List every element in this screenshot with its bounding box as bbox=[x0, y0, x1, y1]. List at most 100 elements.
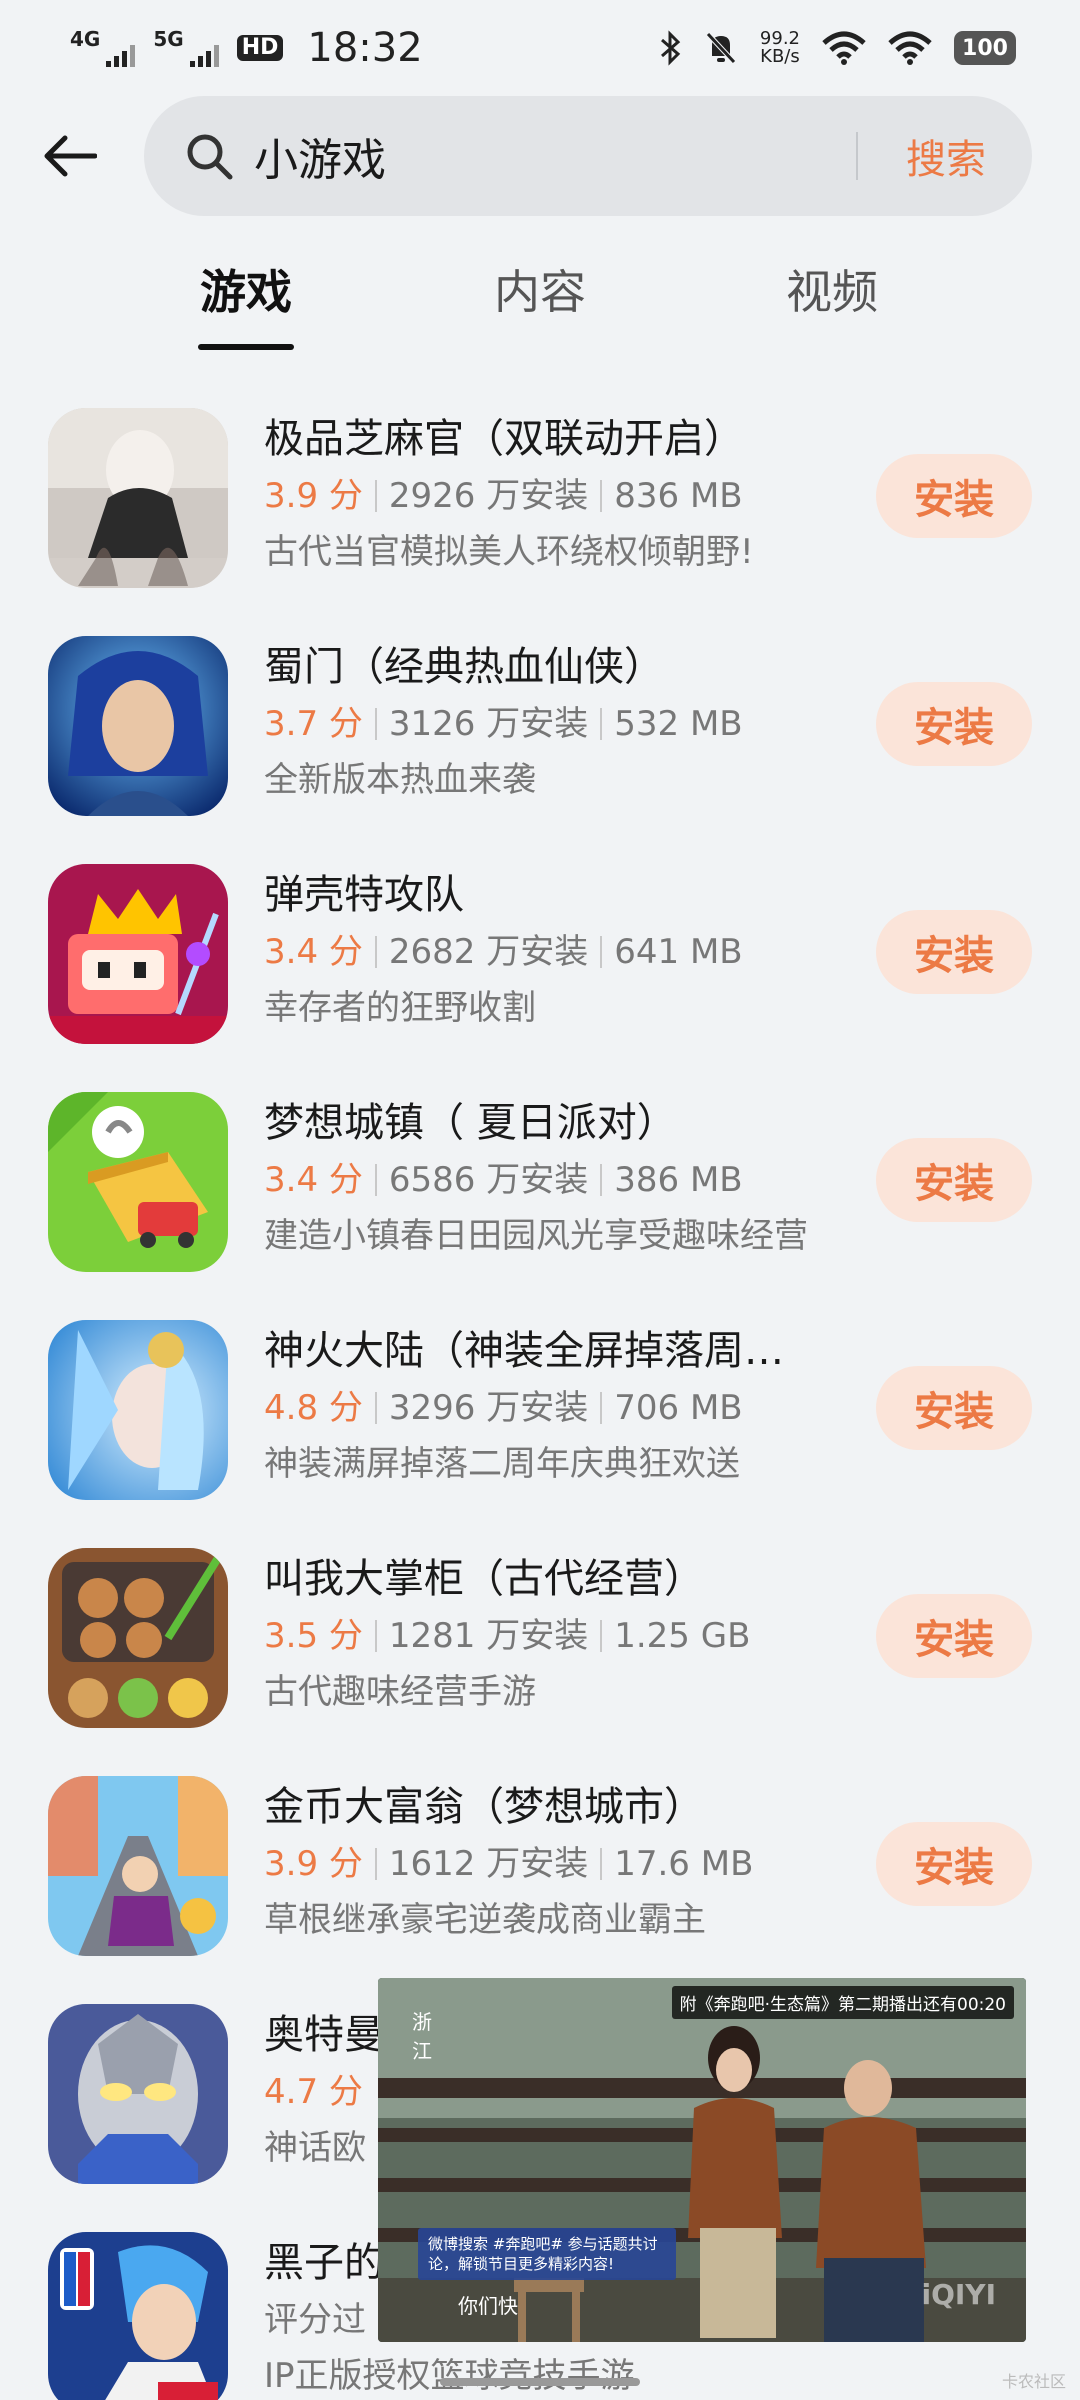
app-meta: 3.9 分 2926 万安装 836 MB bbox=[264, 468, 834, 524]
mute-bell-icon bbox=[706, 32, 736, 64]
app-description: 幸存者的狂野收割 bbox=[264, 988, 536, 1028]
app-size: 1.25 GB bbox=[614, 1616, 751, 1656]
app-description: IP正版授权篮球竞技手游 bbox=[264, 2356, 635, 2396]
signal-bars-icon bbox=[189, 45, 219, 67]
app-rating: 4.7 分 bbox=[264, 2072, 363, 2112]
app-name: 梦想城镇（ 夏日派对） bbox=[264, 1100, 677, 1146]
divider bbox=[600, 1620, 603, 1652]
status-left: 4G 5G HD 18:32 bbox=[70, 25, 423, 71]
app-description: 神装满屏掉落二周年庆典狂欢送 bbox=[264, 1444, 740, 1484]
list-item[interactable]: 极品芝麻官（双联动开启） 3.9 分 2926 万安装 836 MB 古代当官模… bbox=[0, 396, 1080, 624]
app-name: 金币大富翁（梦想城市） bbox=[264, 1784, 704, 1830]
app-meta: 3.9 分 1612 万安装 17.6 MB bbox=[264, 1836, 834, 1892]
app-name: 叫我大掌柜（古代经营） bbox=[264, 1556, 704, 1602]
battery-icon: 100 bbox=[954, 31, 1016, 65]
status-bar: 4G 5G HD 18:32 99.2 KB/s 100 bbox=[0, 0, 1080, 96]
divider bbox=[374, 1848, 377, 1880]
search-header: 搜索 bbox=[0, 96, 1080, 216]
list-item[interactable]: 叫我大掌柜（古代经营） 3.5 分 1281 万安装 1.25 GB 古代趣味经… bbox=[0, 1536, 1080, 1764]
app-rating: 4.8 分 bbox=[264, 1388, 363, 1428]
gesture-bar[interactable] bbox=[440, 2378, 640, 2386]
install-button[interactable]: 安装 bbox=[876, 910, 1032, 994]
app-rating: 3.9 分 bbox=[264, 476, 363, 516]
install-button[interactable]: 安装 bbox=[876, 1138, 1032, 1222]
floating-video-player[interactable]: 浙江 附《奔跑吧·生态篇》第二期播出还有00:20 微博搜索 #奔跑吧# 参与话… bbox=[378, 1978, 1026, 2342]
app-rating: 3.5 分 bbox=[264, 1616, 363, 1656]
app-name: 蜀门（经典热血仙侠） bbox=[264, 644, 664, 690]
list-item[interactable]: 蜀门（经典热血仙侠） 3.7 分 3126 万安装 532 MB 全新版本热血来… bbox=[0, 624, 1080, 852]
app-icon bbox=[48, 1320, 228, 1500]
app-installs: 6586 万安装 bbox=[388, 1160, 589, 1200]
app-installs: 2926 万安装 bbox=[388, 476, 589, 516]
app-icon bbox=[48, 2004, 228, 2184]
clock: 18:32 bbox=[307, 25, 423, 71]
back-button[interactable] bbox=[40, 126, 100, 186]
wifi-icon bbox=[822, 31, 866, 65]
divider bbox=[374, 936, 377, 968]
install-button[interactable]: 安装 bbox=[876, 682, 1032, 766]
app-size: 386 MB bbox=[614, 1160, 743, 1200]
list-item[interactable]: 梦想城镇（ 夏日派对） 3.4 分 6586 万安装 386 MB 建造小镇春日… bbox=[0, 1080, 1080, 1308]
app-icon bbox=[48, 1092, 228, 1272]
search-icon bbox=[187, 134, 233, 180]
search-button[interactable]: 搜索 bbox=[906, 127, 986, 185]
search-box[interactable]: 搜索 bbox=[144, 96, 1032, 216]
divider bbox=[600, 708, 603, 740]
app-name: 极品芝麻官（双联动开启） bbox=[264, 416, 744, 462]
search-input[interactable] bbox=[254, 130, 856, 182]
install-button[interactable]: 安装 bbox=[876, 1594, 1032, 1678]
tab-content[interactable]: 内容 bbox=[494, 256, 586, 356]
network-label-1: 4G bbox=[70, 27, 101, 51]
app-icon bbox=[48, 864, 228, 1044]
app-installs: 3296 万安装 bbox=[388, 1388, 589, 1428]
app-name: 神火大陆（神装全屏掉落周… bbox=[264, 1328, 784, 1374]
app-meta: 3.4 分 2682 万安装 641 MB bbox=[264, 924, 834, 980]
app-rating: 3.4 分 bbox=[264, 932, 363, 972]
app-description: 古代当官模拟美人环绕权倾朝野! bbox=[264, 532, 754, 572]
install-button[interactable]: 安装 bbox=[876, 454, 1032, 538]
install-button[interactable]: 安装 bbox=[876, 1366, 1032, 1450]
app-description: 草根继承豪宅逆袭成商业霸主 bbox=[264, 1900, 706, 1940]
app-rating: 3.4 分 bbox=[264, 1160, 363, 1200]
result-tabs: 游戏 内容 视频 bbox=[0, 256, 1080, 356]
bluetooth-icon bbox=[660, 30, 681, 66]
divider bbox=[374, 1620, 377, 1652]
app-info: 极品芝麻官（双联动开启） 3.9 分 2926 万安装 836 MB 古代当官模… bbox=[264, 410, 834, 580]
app-icon bbox=[48, 408, 228, 588]
divider bbox=[600, 1848, 603, 1880]
app-info: 神火大陆（神装全屏掉落周… 4.8 分 3296 万安装 706 MB 神装满屏… bbox=[264, 1322, 834, 1492]
app-size: 17.6 MB bbox=[614, 1844, 754, 1884]
video-top-caption: 附《奔跑吧·生态篇》第二期播出还有00:20 bbox=[671, 1986, 1014, 2019]
app-icon bbox=[48, 2232, 228, 2400]
app-meta: 3.7 分 3126 万安装 532 MB bbox=[264, 696, 834, 752]
divider bbox=[374, 708, 377, 740]
app-installs: 3126 万安装 bbox=[388, 704, 589, 744]
signal-5g: 5G bbox=[153, 27, 219, 67]
network-speed-unit: KB/s bbox=[760, 46, 800, 67]
hd-voice-icon: HD bbox=[236, 35, 284, 61]
app-icon bbox=[48, 1548, 228, 1728]
divider bbox=[374, 1392, 377, 1424]
app-size: 836 MB bbox=[614, 476, 743, 516]
divider bbox=[600, 936, 603, 968]
install-button[interactable]: 安装 bbox=[876, 1822, 1032, 1906]
app-description: 古代趣味经营手游 bbox=[264, 1672, 536, 1712]
network-label-2: 5G bbox=[153, 27, 184, 51]
video-subtitle: 你们快 bbox=[458, 2294, 518, 2318]
video-bottom-caption: 微博搜索 #奔跑吧# 参与话题共讨论，解锁节目更多精彩内容! bbox=[418, 2228, 676, 2280]
app-meta: 3.5 分 1281 万安装 1.25 GB bbox=[264, 1608, 834, 1664]
channel-logo: 浙江 bbox=[412, 2010, 432, 2063]
app-rating: 评分过 bbox=[264, 2300, 366, 2340]
tab-videos[interactable]: 视频 bbox=[786, 256, 878, 356]
divider bbox=[374, 1164, 377, 1196]
list-item[interactable]: 弹壳特攻队 3.4 分 2682 万安装 641 MB 幸存者的狂野收割 安装 bbox=[0, 852, 1080, 1080]
app-info: 金币大富翁（梦想城市） 3.9 分 1612 万安装 17.6 MB 草根继承豪… bbox=[264, 1778, 834, 1948]
app-info: 梦想城镇（ 夏日派对） 3.4 分 6586 万安装 386 MB 建造小镇春日… bbox=[264, 1094, 834, 1264]
app-info: 叫我大掌柜（古代经营） 3.5 分 1281 万安装 1.25 GB 古代趣味经… bbox=[264, 1550, 834, 1720]
list-item[interactable]: 神火大陆（神装全屏掉落周… 4.8 分 3296 万安装 706 MB 神装满屏… bbox=[0, 1308, 1080, 1536]
app-info: 弹壳特攻队 3.4 分 2682 万安装 641 MB 幸存者的狂野收割 bbox=[264, 866, 834, 1036]
list-item[interactable]: 金币大富翁（梦想城市） 3.9 分 1612 万安装 17.6 MB 草根继承豪… bbox=[0, 1764, 1080, 1992]
app-info: 蜀门（经典热血仙侠） 3.7 分 3126 万安装 532 MB 全新版本热血来… bbox=[264, 638, 834, 808]
app-rating: 3.7 分 bbox=[264, 704, 363, 744]
tab-games[interactable]: 游戏 bbox=[198, 256, 294, 356]
